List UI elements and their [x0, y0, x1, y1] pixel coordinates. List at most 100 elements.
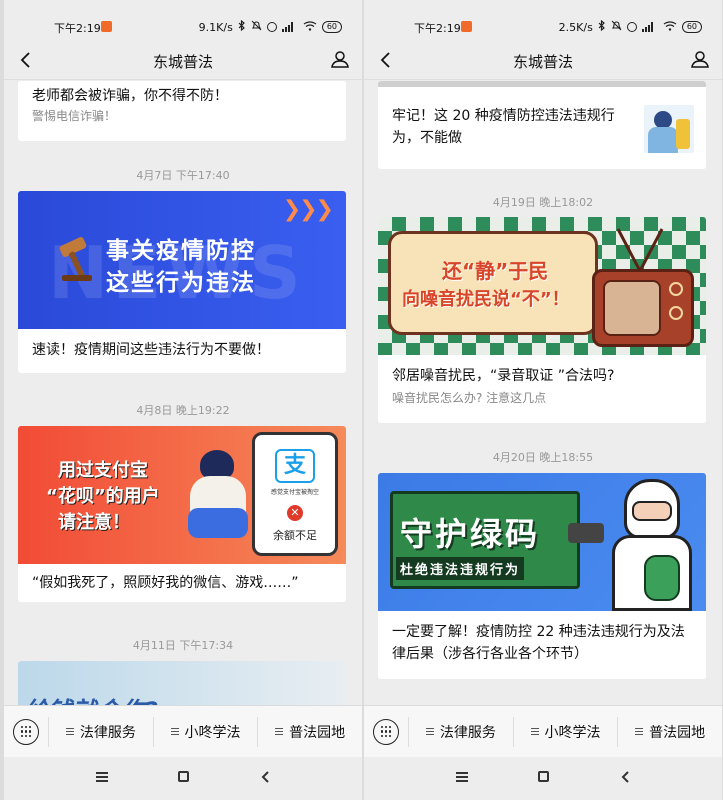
banner-line-2: “花呗”的用户	[46, 486, 160, 507]
article-title: 速读！疫情期间这些违法行为不要做！	[32, 342, 270, 358]
recent-apps-icon[interactable]	[456, 772, 468, 782]
article-banner: 还“静”于民 向噪音扰民说“不”！	[378, 217, 706, 355]
menu-legal-services[interactable]: 法律服务	[408, 716, 513, 747]
menu-learn-law[interactable]: 小咚学法	[152, 716, 258, 747]
signal-icon	[281, 22, 298, 32]
banner-line-1: 还“静”于民	[442, 259, 549, 283]
phone-small-text: 感觉支付宝被掏空	[270, 489, 319, 496]
article-card[interactable]: 用过支付宝 “花呗”的用户 请注意！ 支 感觉支付宝被掏空 ✕ 余额不足 “假如…	[18, 426, 346, 602]
error-icon: ✕	[287, 505, 303, 521]
article-subtitle: 噪音扰民怎么办? 注意这几点	[392, 391, 547, 405]
chevron-arrows-icon: ❯❯❯	[282, 197, 334, 222]
menu-icon	[65, 728, 74, 735]
timestamp: 4月20日 晚上18:55	[492, 451, 594, 464]
article-feed[interactable]: 牢记！这 20 种疫情防控违法违规行为，不能做 4月19日 晚上18:02 还“…	[364, 81, 722, 705]
banner-line-1: 用过支付宝	[58, 460, 148, 481]
article-title: 牢记！这 20 种疫情防控违法违规行为，不能做	[392, 108, 615, 146]
article-title: 老师都会被诈骗，你不得不防！	[32, 88, 228, 104]
protective-suit-worker	[604, 479, 700, 611]
menu-law-garden[interactable]: 普法园地	[617, 716, 722, 747]
article-card[interactable]: NEWS 事关疫情防控 这些行为违法 ❯❯❯ 速读！疫情期间这些违法行为不要做！	[18, 191, 346, 373]
timestamp: 4月19日 晚上18:02	[492, 196, 594, 209]
mute-icon	[611, 20, 622, 34]
tv-antenna-icon	[616, 228, 664, 271]
bluetooth-icon	[238, 19, 246, 34]
network-speed: 9.1K/s	[198, 20, 233, 34]
banner-line-2: 这些行为违法	[106, 270, 256, 296]
home-icon[interactable]	[178, 771, 189, 782]
user-profile-icon[interactable]	[690, 49, 710, 69]
menu-legal-services[interactable]: 法律服务	[48, 716, 153, 747]
sad-person-illustration	[186, 450, 250, 546]
nav-bar: 东城普法	[364, 40, 722, 80]
article-title: 一定要了解！疫情防控 22 种违法违规行为及法律后果（涉各行各业各个环节）	[392, 624, 685, 662]
menu-law-garden[interactable]: 普法园地	[257, 716, 362, 747]
page-title: 东城普法	[512, 53, 573, 71]
signal-icon	[641, 22, 658, 32]
article-banner: 给钱就合作?	[18, 661, 346, 705]
article-card[interactable]: 老师都会被诈骗，你不得不防！ 警惕电信诈骗！	[18, 81, 346, 141]
left-screen: 下午2:19 9.1K/s 60 东城普法 老师都会被诈骗，你不得不防！ 警惕电…	[4, 0, 362, 800]
banner-line-2: 杜绝违法违规行为	[396, 557, 525, 580]
keyboard-icon	[373, 718, 399, 745]
wifi-icon	[663, 20, 677, 34]
article-thumbnail	[644, 105, 694, 153]
menu-icon	[425, 728, 434, 735]
bottom-menu-bar: 法律服务 小咚学法 普法园地	[4, 705, 362, 757]
status-bar: 下午2:19 9.1K/s 60	[4, 0, 362, 40]
menu-label: 普法园地	[289, 724, 346, 741]
status-time: 下午2:19	[54, 22, 101, 35]
article-card[interactable]: 牢记！这 20 种疫情防控违法违规行为，不能做	[378, 81, 706, 169]
banner-line-2: 向噪音扰民说“不”！	[402, 289, 570, 310]
menu-icon	[530, 728, 539, 735]
system-back-icon[interactable]	[618, 769, 634, 785]
battery-icon: 60	[321, 21, 342, 33]
menu-learn-law[interactable]: 小咚学法	[512, 716, 618, 747]
menu-icon	[635, 728, 644, 735]
home-icon[interactable]	[538, 771, 549, 782]
bluetooth-icon	[598, 19, 606, 34]
gavel-icon	[59, 237, 92, 281]
timestamp: 4月8日 晚上19:22	[136, 404, 230, 417]
alarm-icon	[266, 22, 277, 32]
menu-label: 法律服务	[439, 724, 496, 741]
timestamp: 4月11日 下午17:34	[132, 639, 234, 652]
article-card[interactable]: 还“静”于民 向噪音扰民说“不”！ 邻居噪音扰民，“录音取证 ”合法吗? 噪音扰…	[378, 217, 706, 423]
page-title: 东城普法	[152, 53, 213, 71]
keyboard-toggle[interactable]	[364, 718, 408, 745]
keyboard-toggle[interactable]	[4, 718, 48, 745]
system-back-icon[interactable]	[258, 769, 274, 785]
banner-line-3: 请注意！	[58, 512, 130, 533]
bottom-menu-bar: 法律服务 小咚学法 普法园地	[364, 705, 722, 757]
app-notification-icon	[461, 21, 472, 32]
tv-illustration	[592, 269, 694, 347]
menu-label: 小咚学法	[184, 724, 241, 741]
user-profile-icon[interactable]	[330, 49, 350, 69]
article-card[interactable]: 守护绿码 杜绝违法违规行为 一定要了解！疫情防控 22 种违法违规行为及法律后果…	[378, 473, 706, 679]
banner-line-1: 事关疫情防控	[106, 238, 256, 264]
nav-bar: 东城普法	[4, 40, 362, 80]
menu-label: 普法园地	[649, 724, 706, 741]
status-bar: 下午2:19 2.5K/s 60	[364, 0, 722, 40]
article-card[interactable]: 给钱就合作?	[18, 661, 346, 705]
status-icons: 9.1K/s 60	[198, 19, 342, 34]
phone-mockup: 支 感觉支付宝被掏空 ✕ 余额不足	[252, 432, 338, 556]
banner-line-1: 守护绿码	[400, 515, 541, 553]
alarm-icon	[626, 22, 637, 32]
menu-label: 小咚学法	[544, 724, 601, 741]
keyboard-icon	[13, 718, 39, 745]
status-icons: 2.5K/s 60	[558, 19, 702, 34]
wifi-icon	[303, 20, 317, 34]
article-title: “假如我死了，照顾好我的微信、游戏……”	[32, 575, 299, 591]
mute-icon	[251, 20, 262, 34]
article-feed[interactable]: 老师都会被诈骗，你不得不防！ 警惕电信诈骗！ 4月7日 下午17:40 NEWS…	[4, 81, 362, 705]
battery-icon: 60	[681, 21, 702, 33]
app-notification-icon	[101, 21, 112, 32]
menu-icon	[275, 728, 284, 735]
article-banner: NEWS 事关疫情防控 这些行为违法 ❯❯❯	[18, 191, 346, 329]
timestamp: 4月7日 下午17:40	[136, 169, 230, 182]
network-speed: 2.5K/s	[558, 20, 593, 34]
menu-icon	[170, 728, 179, 735]
recent-apps-icon[interactable]	[96, 772, 108, 782]
scanner-icon	[568, 523, 604, 543]
